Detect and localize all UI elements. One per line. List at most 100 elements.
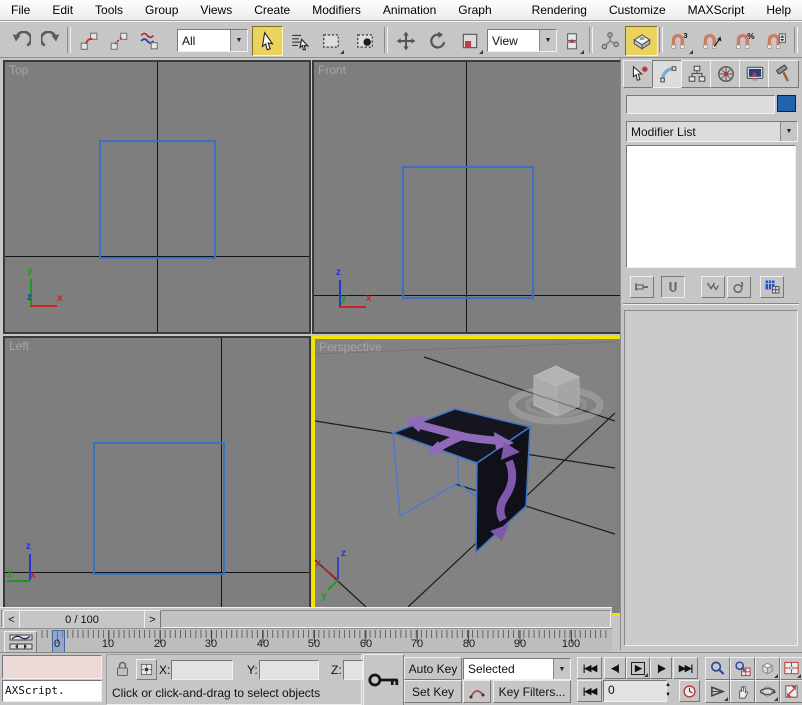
previous-frame-arrow-button[interactable]: < [3, 610, 20, 630]
keyboard-shortcut-override-toggle[interactable] [625, 26, 658, 56]
select-and-link-button[interactable] [74, 26, 104, 56]
menu-rendering[interactable]: Rendering [521, 0, 598, 21]
configure-modifier-sets-button[interactable] [760, 276, 784, 298]
menu-graph-editors[interactable]: Graph Editors [447, 0, 520, 21]
use-pivot-point-center-button[interactable] [558, 26, 586, 56]
time-slider-handle[interactable]: 0 / 100 [19, 610, 145, 630]
frame-spinner[interactable]: ▲ ▼ [662, 680, 674, 700]
current-frame-field[interactable]: 0 [603, 680, 667, 702]
key-filter-selection-dropdown[interactable]: Selected ▼ [463, 658, 571, 680]
zoom-extents-button[interactable] [755, 657, 780, 680]
redo-button[interactable] [36, 26, 65, 56]
key-filters-button[interactable]: Key Filters... [493, 680, 571, 703]
auto-key-button[interactable]: Auto Key [404, 657, 462, 680]
unlink-selection-button[interactable] [104, 26, 134, 56]
set-keys-button[interactable] [363, 654, 404, 705]
viewport-top[interactable]: y z x Top [3, 60, 311, 334]
go-to-end-button[interactable]: ▶▶| [673, 657, 698, 679]
tab-create[interactable] [623, 60, 654, 88]
dropdown-arrow-icon[interactable]: ▼ [553, 659, 570, 679]
viewport-top-label[interactable]: Top [9, 63, 28, 77]
dropdown-arrow-icon[interactable]: ▼ [780, 122, 797, 141]
box-object-front-view[interactable] [402, 166, 534, 299]
y-coordinate-field[interactable] [259, 660, 319, 680]
menu-modifiers[interactable]: Modifiers [301, 0, 372, 21]
maxscript-mini-listener[interactable]: AXScript. [2, 680, 102, 702]
viewport-perspective[interactable]: z x y Perspective [312, 336, 624, 616]
tab-hierarchy[interactable] [681, 60, 712, 88]
object-name-field[interactable] [626, 95, 775, 114]
make-unique-button[interactable] [701, 276, 725, 298]
tab-modify[interactable] [652, 60, 683, 88]
time-configuration-button[interactable] [679, 680, 700, 702]
field-of-view-button[interactable] [705, 680, 730, 703]
default-key-tangent-button[interactable] [463, 680, 491, 703]
next-frame-button[interactable]: |▶ [650, 657, 672, 679]
menu-animation[interactable]: Animation [372, 0, 447, 21]
arc-rotate-button[interactable] [755, 680, 780, 703]
menu-customize[interactable]: Customize [598, 0, 677, 21]
select-and-rotate-button[interactable] [422, 26, 454, 56]
zoom-button[interactable] [705, 657, 730, 680]
menu-help[interactable]: Help [755, 0, 802, 21]
previous-frame-button[interactable]: ◀| [604, 657, 626, 679]
remove-modifier-button[interactable] [727, 276, 751, 298]
menu-tools[interactable]: Tools [84, 0, 134, 21]
selection-lock-toggle[interactable] [115, 660, 130, 677]
dropdown-arrow-icon[interactable]: ▼ [230, 30, 247, 51]
snaps-toggle-button[interactable]: 3 [663, 26, 695, 56]
select-and-scale-button[interactable] [454, 26, 485, 56]
tab-utilities[interactable] [768, 60, 799, 88]
dropdown-arrow-icon[interactable]: ▼ [539, 30, 556, 51]
selection-filter-dropdown[interactable]: All ▼ [177, 29, 248, 52]
object-color-swatch[interactable] [777, 95, 796, 112]
menu-create[interactable]: Create [243, 0, 301, 21]
maximize-viewport-toggle-button[interactable] [780, 680, 802, 703]
set-key-button[interactable]: Set Key [404, 680, 462, 703]
viewport-front[interactable]: z y x Front [312, 60, 622, 334]
pan-view-button[interactable] [730, 680, 755, 703]
spinner-down-icon[interactable]: ▼ [662, 690, 674, 700]
rollout-empty-area[interactable] [624, 310, 798, 646]
bind-to-space-warp-button[interactable] [134, 26, 164, 56]
percent-snap-toggle-button[interactable]: % [729, 26, 761, 56]
reference-coordinate-system-dropdown[interactable]: View ▼ [487, 29, 557, 52]
rectangular-selection-region-button[interactable] [315, 26, 346, 56]
select-by-name-button[interactable] [285, 26, 315, 56]
undo-button[interactable] [6, 26, 35, 56]
menu-views[interactable]: Views [189, 0, 243, 21]
go-to-start-button[interactable]: |◀◀ [577, 657, 602, 679]
box-object-left-view[interactable] [93, 442, 225, 575]
pin-stack-button[interactable] [630, 276, 654, 298]
x-coordinate-field[interactable] [171, 660, 233, 680]
zoom-all-button[interactable] [730, 657, 755, 680]
viewport-front-label[interactable]: Front [318, 63, 346, 77]
z-coordinate-field[interactable] [343, 660, 363, 680]
angle-snap-toggle-button[interactable] [696, 26, 728, 56]
menu-edit[interactable]: Edit [41, 0, 84, 21]
select-object-button[interactable] [252, 26, 283, 56]
open-mini-curve-editor-button[interactable] [4, 631, 37, 653]
spinner-snap-toggle-button[interactable] [760, 26, 792, 56]
viewport-left-label[interactable]: Left [9, 339, 29, 353]
select-and-move-button[interactable] [390, 26, 422, 56]
play-animation-button[interactable]: ▶ [626, 657, 650, 679]
zoom-extents-all-button[interactable] [780, 657, 802, 680]
menu-maxscript[interactable]: MAXScript [677, 0, 756, 21]
tab-motion[interactable] [710, 60, 741, 88]
modifier-list-dropdown[interactable]: Modifier List ▼ [626, 121, 798, 142]
key-mode-toggle-button[interactable]: |◀◀ [577, 680, 602, 702]
select-and-manipulate-button[interactable] [595, 26, 624, 56]
menu-group[interactable]: Group [134, 0, 189, 21]
box-object-top-view[interactable] [99, 140, 216, 259]
window-crossing-toggle-button[interactable] [348, 26, 381, 56]
show-end-result-button[interactable] [661, 276, 685, 298]
modifier-stack-list[interactable] [626, 145, 796, 268]
next-frame-arrow-button[interactable]: > [144, 610, 161, 630]
tab-display[interactable] [739, 60, 770, 88]
spinner-up-icon[interactable]: ▲ [662, 680, 674, 690]
macro-recorder-field[interactable] [2, 655, 102, 679]
viewport-perspective-label[interactable]: Perspective [319, 340, 382, 354]
viewport-left[interactable]: z y x Left [3, 336, 311, 611]
menu-file[interactable]: File [0, 0, 41, 21]
